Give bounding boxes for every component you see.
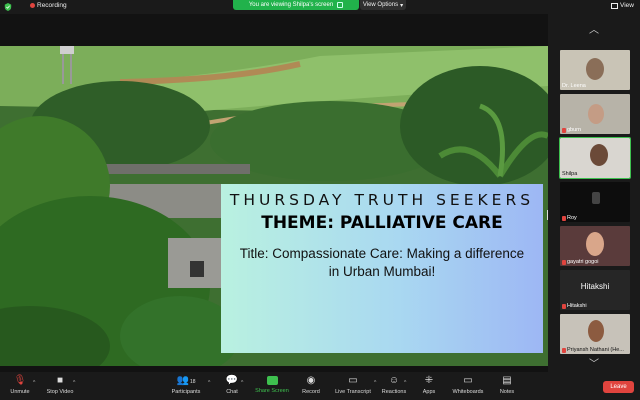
chevron-down-icon[interactable]: ﹀ bbox=[589, 360, 599, 370]
participant-name: Priyansh Nathani (He... bbox=[562, 347, 624, 353]
mic-muted-icon bbox=[562, 347, 566, 353]
participant-name: Shilpa bbox=[562, 171, 578, 177]
grid-view-icon bbox=[611, 2, 619, 9]
view-button[interactable]: View bbox=[611, 2, 634, 9]
whiteboard-icon: ▭ bbox=[463, 375, 473, 386]
share-screen-button[interactable]: Share Screen bbox=[252, 375, 292, 394]
video-icon: ■ bbox=[56, 375, 64, 386]
chevron-up-icon[interactable]: ^ bbox=[404, 380, 406, 386]
recording-label: Recording bbox=[37, 2, 67, 9]
chevron-up-icon[interactable]: ^ bbox=[208, 380, 210, 386]
mic-muted-icon bbox=[562, 259, 566, 265]
participant-name: Roy bbox=[562, 215, 577, 221]
mic-muted-icon bbox=[562, 303, 566, 309]
chevron-up-icon[interactable]: ︿ bbox=[589, 26, 599, 36]
participants-button[interactable]: 👥18 Participants bbox=[168, 375, 204, 395]
slide-theme: THEME: PALLIATIVE CARE bbox=[261, 213, 503, 233]
recording-indicator[interactable]: Recording bbox=[30, 2, 67, 9]
participant-name: gburn bbox=[562, 127, 581, 133]
participant-face bbox=[586, 58, 604, 80]
mic-muted-icon: 🎙 bbox=[13, 375, 27, 386]
chevron-up-icon[interactable]: ^ bbox=[374, 380, 376, 386]
participant-name: Dr. Leena bbox=[562, 83, 586, 89]
view-options-button[interactable]: View Options ▾ bbox=[360, 0, 406, 10]
video-tile[interactable]: gayatri gogoi bbox=[560, 226, 630, 266]
shared-screen: THURSDAY TRUTH SEEKERS THEME: PALLIATIVE… bbox=[0, 14, 548, 372]
participant-face bbox=[592, 192, 600, 204]
stop-video-button[interactable]: ■ Stop Video bbox=[44, 375, 76, 395]
participant-face bbox=[588, 104, 604, 124]
chevron-up-icon[interactable]: ^ bbox=[73, 380, 75, 386]
video-tile[interactable]: Roy bbox=[560, 182, 630, 222]
chevron-up-icon[interactable]: ^ bbox=[241, 380, 243, 386]
shield-icon[interactable] bbox=[4, 3, 12, 11]
participant-face bbox=[588, 320, 604, 342]
notes-button[interactable]: ▤ Notes bbox=[496, 375, 518, 395]
slide-title: THURSDAY TRUTH SEEKERS bbox=[229, 191, 535, 209]
viewing-banner: You are viewing Shilpa's screen bbox=[233, 0, 359, 10]
view-options-label: View Options bbox=[362, 2, 399, 8]
participant-name: Hitakshi bbox=[562, 303, 587, 309]
record-icon: ◉ bbox=[306, 375, 316, 386]
video-tile-active-speaker[interactable]: Shilpa bbox=[559, 137, 631, 179]
participant-face bbox=[590, 144, 608, 166]
participants-icon: 👥18 bbox=[176, 375, 196, 386]
stop-share-icon[interactable] bbox=[337, 2, 344, 8]
leave-button[interactable]: Leave bbox=[603, 381, 634, 393]
participants-count: 18 bbox=[189, 379, 196, 385]
video-tile[interactable]: Dr. Leena bbox=[560, 50, 630, 90]
viewing-banner-label: You are viewing Shilpa's screen bbox=[248, 2, 334, 8]
chevron-down-icon: ▾ bbox=[400, 2, 404, 9]
participant-face bbox=[586, 232, 604, 256]
participant-name: gayatri gogoi bbox=[562, 259, 599, 265]
mic-muted-icon bbox=[562, 127, 566, 133]
recording-dot-icon bbox=[30, 3, 35, 8]
apps-icon: ⁜ bbox=[424, 375, 434, 386]
mic-muted-icon bbox=[562, 215, 566, 221]
unmute-button[interactable]: 🎙 Unmute bbox=[6, 375, 34, 395]
chat-button[interactable]: 💬 Chat bbox=[222, 375, 242, 395]
record-button[interactable]: ◉ Record bbox=[298, 375, 324, 395]
apps-button[interactable]: ⁜ Apps bbox=[418, 375, 440, 395]
video-tile[interactable]: Priyansh Nathani (He... bbox=[560, 314, 630, 354]
top-bar: Recording You are viewing Shilpa's scree… bbox=[0, 0, 640, 14]
chat-icon: 💬 bbox=[225, 375, 239, 386]
cc-icon: ▭ bbox=[348, 375, 358, 386]
participants-video-panel: ︿ Dr. Leena gburn Shilpa Roy gayatri gog… bbox=[548, 14, 640, 372]
view-label: View bbox=[620, 2, 634, 9]
chevron-up-icon[interactable]: ^ bbox=[33, 380, 35, 386]
slide-text-box: THURSDAY TRUTH SEEKERS THEME: PALLIATIVE… bbox=[221, 184, 543, 353]
notes-icon: ▤ bbox=[502, 375, 512, 386]
whiteboards-button[interactable]: ▭ Whiteboards bbox=[450, 375, 486, 395]
video-tile[interactable]: Hitakshi Hitakshi bbox=[560, 270, 630, 310]
slide-subtitle: Title: Compassionate Care: Making a diff… bbox=[239, 246, 525, 279]
participant-name-placeholder: Hitakshi bbox=[580, 282, 610, 291]
share-screen-icon bbox=[266, 376, 278, 385]
meeting-toolbar: 🎙 Unmute ^ ■ Stop Video ^ 👥18 Participan… bbox=[0, 372, 640, 400]
video-tile[interactable]: gburn bbox=[560, 94, 630, 134]
live-transcript-button[interactable]: ▭ Live Transcript bbox=[332, 375, 374, 395]
